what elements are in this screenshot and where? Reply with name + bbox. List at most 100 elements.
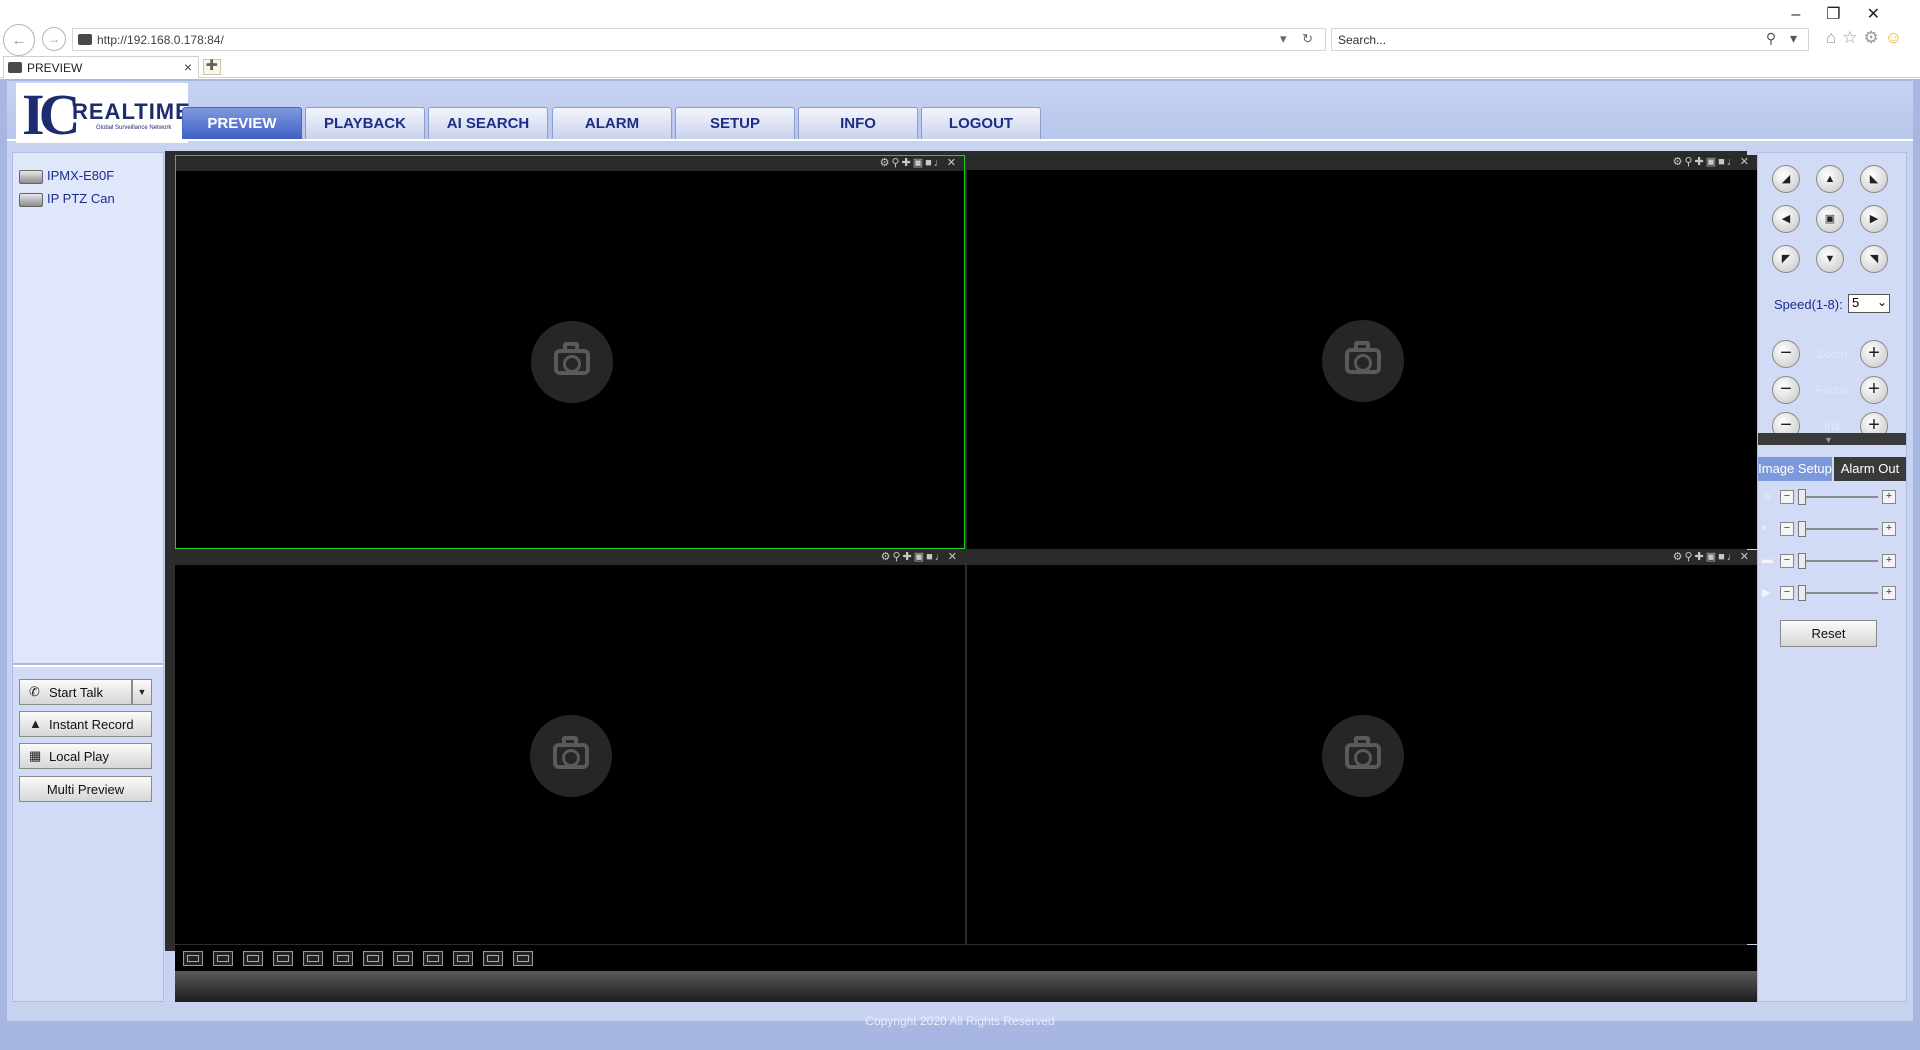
slider-track[interactable] <box>1798 496 1878 498</box>
pane-controls[interactable]: ⚙⚲✚▣■♩✕ <box>880 156 958 169</box>
speaker-icon[interactable]: ♩ <box>1727 551 1740 563</box>
new-tab-icon[interactable]: ➕ <box>203 59 221 75</box>
ptz-down-left-icon[interactable]: ◤ <box>1772 245 1800 273</box>
close-icon[interactable]: ✕ <box>948 551 959 563</box>
close-window-icon[interactable]: ✕ <box>1867 6 1906 23</box>
slider-increase-button[interactable]: + <box>1882 490 1896 504</box>
ptz-speed-select[interactable]: 5 ⌄ <box>1848 294 1890 313</box>
ptz-up-right-icon[interactable]: ◣ <box>1860 165 1888 193</box>
minimize-icon[interactable]: – <box>1791 6 1826 23</box>
microphone-icon[interactable]: ⚙ <box>1673 551 1685 563</box>
start-talk-button[interactable]: ✆ Start Talk <box>19 679 132 705</box>
ptz-icon[interactable]: ✚ <box>902 157 913 169</box>
feedback-smiley-icon[interactable]: ☺ <box>1885 28 1908 47</box>
snapshot-icon[interactable]: ▣ <box>913 157 925 169</box>
microphone-icon[interactable]: ⚙ <box>881 551 893 563</box>
layout-original-icon[interactable] <box>213 951 233 966</box>
home-icon[interactable]: ⌂ <box>1826 28 1842 47</box>
device-item[interactable]: IPMX-E80F <box>19 167 159 185</box>
zoom-icon[interactable]: ⚲ <box>891 157 901 169</box>
restore-icon[interactable]: ❐ <box>1826 6 1866 23</box>
ptz-down-right-icon[interactable]: ◥ <box>1860 245 1888 273</box>
tab-close-icon[interactable]: × <box>184 59 192 75</box>
slider-track[interactable] <box>1798 592 1878 594</box>
ptz-down-icon[interactable]: ▼ <box>1816 245 1844 273</box>
nav-tab-info[interactable]: INFO <box>798 107 918 139</box>
zoom-icon[interactable]: ⚲ <box>1684 551 1694 563</box>
speaker-icon[interactable]: ♩ <box>1727 156 1740 168</box>
tab-alarm-out[interactable]: Alarm Out <box>1834 457 1906 481</box>
nav-tab-logout[interactable]: LOGOUT <box>921 107 1041 139</box>
zoom-icon[interactable]: ⚲ <box>892 551 902 563</box>
record-icon[interactable]: ■ <box>1718 156 1727 168</box>
tab-image-setup[interactable]: Image Setup <box>1758 457 1832 481</box>
ptz-icon[interactable]: ✚ <box>1695 156 1706 168</box>
fullscreen-icon[interactable] <box>273 951 293 966</box>
speaker-icon[interactable]: ♩ <box>935 551 948 563</box>
nav-tab-playback[interactable]: PLAYBACK <box>305 107 425 139</box>
video-pane-2[interactable]: ⚙⚲✚▣■♩✕ <box>967 155 1757 549</box>
record-icon[interactable]: ■ <box>926 551 935 563</box>
video-pane-3[interactable]: ⚙⚲✚▣■♩✕ <box>175 550 965 944</box>
device-item[interactable]: IP PTZ Can <box>19 190 159 208</box>
ptz-up-icon[interactable]: ▲ <box>1816 165 1844 193</box>
slider-thumb[interactable] <box>1798 521 1806 537</box>
focus-near-button[interactable]: − <box>1772 376 1800 404</box>
layout-13-icon[interactable] <box>483 951 503 966</box>
back-icon[interactable]: ← <box>3 24 35 56</box>
ptz-collapse-bar[interactable]: ▼ <box>1758 433 1906 445</box>
layout-8-icon[interactable] <box>423 951 443 966</box>
focus-far-button[interactable]: + <box>1860 376 1888 404</box>
multi-preview-button[interactable]: Multi Preview <box>19 776 152 802</box>
snapshot-icon[interactable]: ▣ <box>1706 156 1718 168</box>
layout-wide-icon[interactable] <box>243 951 263 966</box>
browser-search-input[interactable]: Search... ⚲ ▾ <box>1331 28 1809 51</box>
record-icon[interactable]: ■ <box>925 157 934 169</box>
slider-increase-button[interactable]: + <box>1882 522 1896 536</box>
microphone-icon[interactable]: ⚙ <box>880 157 892 169</box>
local-play-button[interactable]: ▦ Local Play <box>19 743 152 769</box>
close-icon[interactable]: ✕ <box>1740 551 1751 563</box>
search-icon[interactable]: ⚲ ▾ <box>1766 30 1802 47</box>
ptz-auto-focus-icon[interactable]: ▣ <box>1816 205 1844 233</box>
saturation-slider[interactable]: ▬ − + <box>1762 553 1902 569</box>
slider-decrease-button[interactable]: − <box>1780 522 1794 536</box>
slider-increase-button[interactable]: + <box>1882 586 1896 600</box>
pane-controls[interactable]: ⚙⚲✚▣■♩✕ <box>1673 550 1751 563</box>
close-icon[interactable]: ✕ <box>1740 156 1751 168</box>
ptz-up-left-icon[interactable]: ◢ <box>1772 165 1800 193</box>
address-url[interactable]: http://192.168.0.178:84/ <box>97 33 224 47</box>
favorites-star-icon[interactable]: ☆ <box>1842 28 1863 47</box>
instant-record-button[interactable]: ▲ Instant Record <box>19 711 152 737</box>
video-pane-1[interactable]: ⚙⚲✚▣■♩✕ <box>175 155 965 549</box>
nav-tab-alarm[interactable]: ALARM <box>552 107 672 139</box>
layout-9-icon[interactable] <box>453 951 473 966</box>
contrast-slider[interactable]: ◐ − + <box>1762 521 1902 537</box>
zoom-out-button[interactable]: − <box>1772 340 1800 368</box>
snapshot-icon[interactable]: ▣ <box>914 551 926 563</box>
slider-increase-button[interactable]: + <box>1882 554 1896 568</box>
layout-6-icon[interactable] <box>393 951 413 966</box>
nav-tab-preview[interactable]: PREVIEW <box>182 107 302 139</box>
ptz-icon[interactable]: ✚ <box>1695 551 1706 563</box>
snapshot-icon[interactable]: ▣ <box>1706 551 1718 563</box>
record-icon[interactable]: ■ <box>1718 551 1727 563</box>
slider-track[interactable] <box>1798 528 1878 530</box>
gear-icon[interactable]: ⚙ <box>1864 28 1885 47</box>
ptz-icon[interactable]: ✚ <box>903 551 914 563</box>
ptz-left-icon[interactable]: ◀ <box>1772 205 1800 233</box>
refresh-icon[interactable]: ▾ ↻ <box>1280 31 1319 47</box>
slider-decrease-button[interactable]: − <box>1780 490 1794 504</box>
slider-decrease-button[interactable]: − <box>1780 586 1794 600</box>
forward-icon[interactable]: → <box>42 27 66 51</box>
layout-16-icon[interactable] <box>513 951 533 966</box>
slider-thumb[interactable] <box>1798 553 1806 569</box>
zoom-icon[interactable]: ⚲ <box>1684 156 1694 168</box>
browser-tab-preview[interactable]: PREVIEW × <box>3 56 199 78</box>
slider-thumb[interactable] <box>1798 489 1806 505</box>
microphone-icon[interactable]: ⚙ <box>1673 156 1685 168</box>
nav-tab-setup[interactable]: SETUP <box>675 107 795 139</box>
close-icon[interactable]: ✕ <box>947 157 958 169</box>
address-bar[interactable]: http://192.168.0.178:84/ ▾ ↻ <box>72 28 1326 51</box>
zoom-in-button[interactable]: + <box>1860 340 1888 368</box>
